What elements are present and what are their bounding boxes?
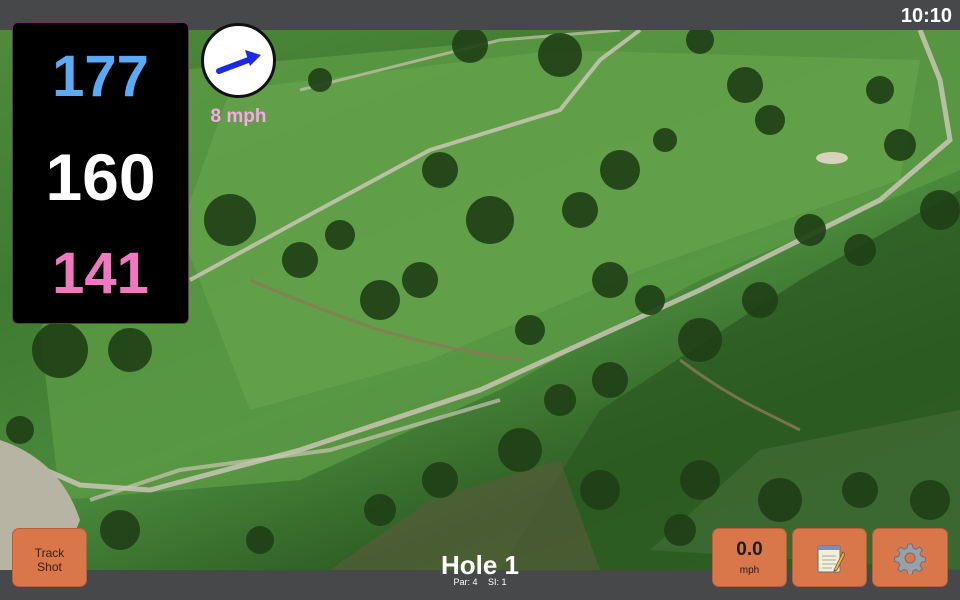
speed-unit: mph	[739, 565, 760, 576]
hole-stroke-index: SI: 1	[488, 577, 507, 587]
distance-panel: 177 160 141	[12, 22, 189, 324]
wind-speed-label: 8 mph	[210, 106, 267, 127]
distance-back: 177	[13, 44, 188, 110]
wind-arrow-icon	[216, 50, 261, 74]
status-clock: 10:10	[900, 5, 952, 27]
wind-direction-dial	[201, 23, 276, 98]
track-shot-label-line1: Track	[34, 546, 65, 560]
settings-button[interactable]	[872, 528, 948, 587]
speed-value: 0.0	[736, 539, 763, 560]
gear-icon	[894, 543, 926, 574]
hole-meta: Par: 4 SI: 1	[400, 577, 560, 587]
notepad-icon	[817, 545, 845, 572]
hole-par: Par: 4	[453, 577, 478, 587]
distance-back-value: 177	[52, 44, 149, 109]
distance-center-value: 160	[45, 140, 156, 214]
track-shot-label-line2: Shot	[37, 560, 62, 574]
notes-button[interactable]	[792, 528, 867, 587]
speed-button[interactable]: 0.0 mph	[712, 528, 787, 587]
distance-front: 141	[13, 234, 188, 307]
track-shot-button[interactable]: Track Shot	[12, 528, 87, 587]
distance-center: 160	[13, 140, 188, 215]
distance-front-value: 141	[52, 241, 149, 306]
